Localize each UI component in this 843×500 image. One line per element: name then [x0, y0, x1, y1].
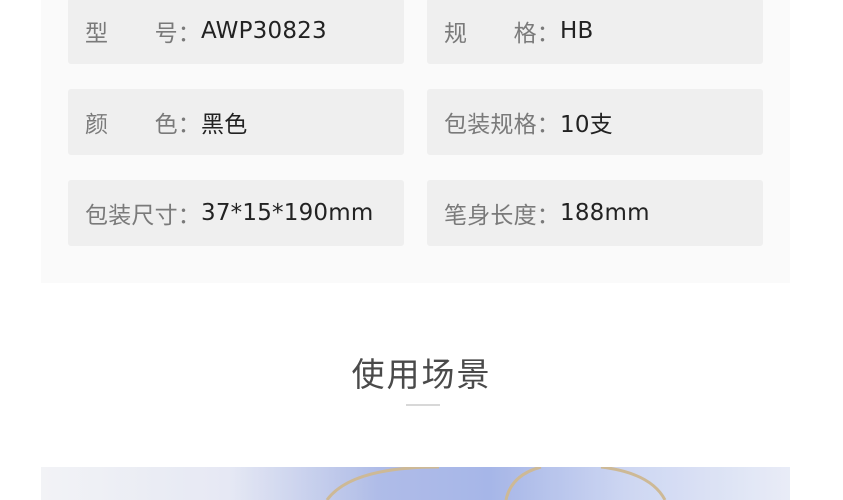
spec-label: 包装规格：	[444, 112, 560, 138]
spec-pen-length: 笔身长度： 188mm	[427, 180, 763, 246]
spec-value: HB	[560, 18, 594, 44]
spec-package-spec: 包装规格： 10支	[427, 89, 763, 155]
spec-value: 10支	[560, 112, 613, 138]
spec-value: 188mm	[560, 200, 650, 226]
spec-model: 型 号： AWP30823	[68, 0, 404, 64]
usage-scene-illustration	[41, 467, 790, 500]
spec-package-size: 包装尺寸： 37*15*190mm	[68, 180, 404, 246]
spec-panel: 型 号： AWP30823 规 格： HB 颜 色： 黑色 包装规格： 10支 …	[41, 0, 790, 283]
section-title: 使用场景	[351, 355, 492, 394]
spec-label: 规 格：	[444, 21, 560, 47]
spec-value: 黑色	[201, 112, 248, 138]
title-underline	[406, 404, 440, 406]
product-detail-page: 型 号： AWP30823 规 格： HB 颜 色： 黑色 包装规格： 10支 …	[0, 0, 843, 500]
spec-label: 颜 色：	[85, 112, 201, 138]
spec-value: 37*15*190mm	[201, 200, 374, 226]
usage-scene-image	[41, 467, 790, 500]
spec-label: 包装尺寸：	[85, 203, 201, 229]
spec-value: AWP30823	[201, 18, 327, 44]
spec-grade: 规 格： HB	[427, 0, 763, 64]
spec-color: 颜 色： 黑色	[68, 89, 404, 155]
spec-label: 笔身长度：	[444, 203, 560, 229]
spec-label: 型 号：	[85, 21, 201, 47]
